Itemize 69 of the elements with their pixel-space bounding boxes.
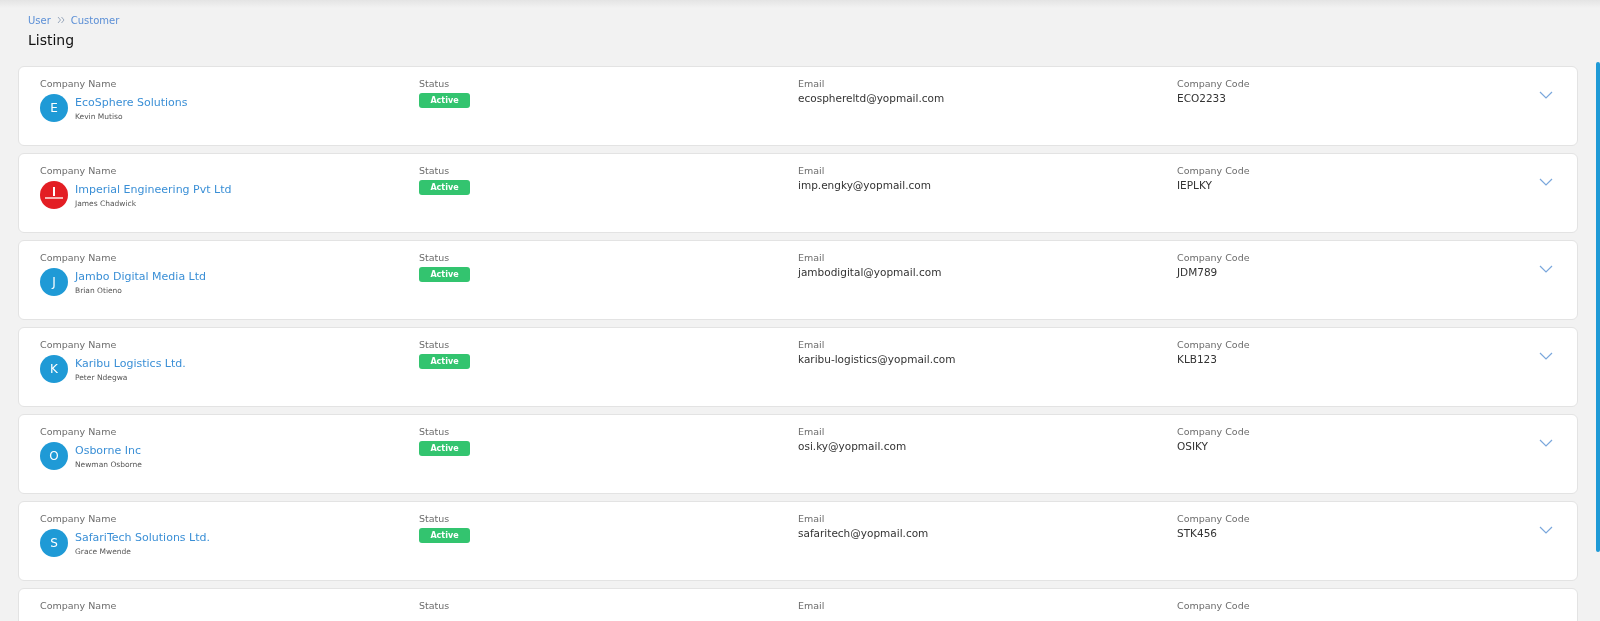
avatar: K (40, 355, 68, 383)
field-label: Company Code (1177, 513, 1250, 525)
field-label: Email (798, 165, 825, 177)
status-badge: Active (419, 354, 470, 369)
field-label: Status (419, 513, 450, 525)
avatar: S (40, 529, 68, 557)
company-code-value: STK456 (1177, 527, 1217, 539)
chevron-down-icon[interactable] (1539, 91, 1553, 99)
chevron-right-icon (56, 16, 65, 24)
chevron-down-icon[interactable] (1539, 439, 1553, 447)
chevron-down-icon[interactable] (1539, 352, 1553, 360)
company-code-value: KLB123 (1177, 353, 1217, 365)
field-label: Company Name (40, 600, 117, 612)
chevron-down-icon[interactable] (1539, 526, 1553, 534)
field-label: Company Code (1177, 339, 1250, 351)
company-name-link[interactable]: Karibu Logistics Ltd. (75, 356, 186, 370)
email-value: jambodigital@yopmail.com (798, 266, 942, 278)
company-name-link[interactable]: Imperial Engineering Pvt Ltd (75, 182, 232, 196)
field-label: Status (419, 600, 450, 612)
field-label: Status (419, 252, 450, 264)
status-badge: Active (419, 441, 470, 456)
breadcrumb-link[interactable]: User (28, 14, 51, 26)
email-value: imp.engky@yopmail.com (798, 179, 931, 191)
avatar: J (40, 268, 68, 296)
email-value: osi.ky@yopmail.com (798, 440, 907, 452)
field-label: Status (419, 165, 450, 177)
company-name-link[interactable]: Osborne Inc (75, 443, 142, 457)
company-name-link[interactable]: EcoSphere Solutions (75, 95, 188, 109)
field-label: Company Code (1177, 426, 1250, 438)
status-badge: Active (419, 93, 470, 108)
field-label: Email (798, 252, 825, 264)
field-label: Company Name (40, 513, 117, 525)
field-label: Status (419, 78, 450, 90)
page-title: Listing (28, 31, 76, 49)
company-code-value: OSIKY (1177, 440, 1208, 452)
field-label: Email (798, 513, 825, 525)
email-value: safaritech@yopmail.com (798, 527, 929, 539)
status-badge: Active (419, 267, 470, 282)
field-label: Email (798, 339, 825, 351)
scrollbar[interactable] (1596, 62, 1600, 552)
company-name-link[interactable]: SafariTech Solutions Ltd. (75, 530, 210, 544)
field-label: Email (798, 78, 825, 90)
status-badge: Active (419, 528, 470, 543)
email-value: ecosphereltd@yopmail.com (798, 92, 945, 104)
status-badge: Active (419, 180, 470, 195)
field-label: Status (419, 339, 450, 351)
avatar: E (40, 94, 68, 122)
chevron-down-icon[interactable] (1539, 265, 1553, 273)
field-label: Company Name (40, 252, 117, 264)
company-code-value: JDM789 (1177, 266, 1218, 278)
field-label: Status (419, 426, 450, 438)
field-label: Company Name (40, 426, 117, 438)
email-value: karibu-logistics@yopmail.com (798, 353, 956, 365)
field-label: Company Code (1177, 165, 1250, 177)
field-label: Company Name (40, 78, 117, 90)
field-label: Company Name (40, 165, 117, 177)
chevron-down-icon[interactable] (1539, 178, 1553, 186)
logo-icon (40, 181, 68, 209)
field-label: Company Code (1177, 600, 1250, 612)
field-label: Company Name (40, 339, 117, 351)
avatar: O (40, 442, 68, 470)
field-label: Company Code (1177, 252, 1250, 264)
field-label: Email (798, 600, 825, 612)
company-code-value: IEPLKY (1177, 179, 1212, 191)
field-label: Company Code (1177, 78, 1250, 90)
breadcrumb-link[interactable]: Customer (70, 14, 120, 26)
company-code-value: ECO2233 (1177, 92, 1226, 104)
field-label: Email (798, 426, 825, 438)
company-name-link[interactable]: Jambo Digital Media Ltd (75, 269, 207, 283)
